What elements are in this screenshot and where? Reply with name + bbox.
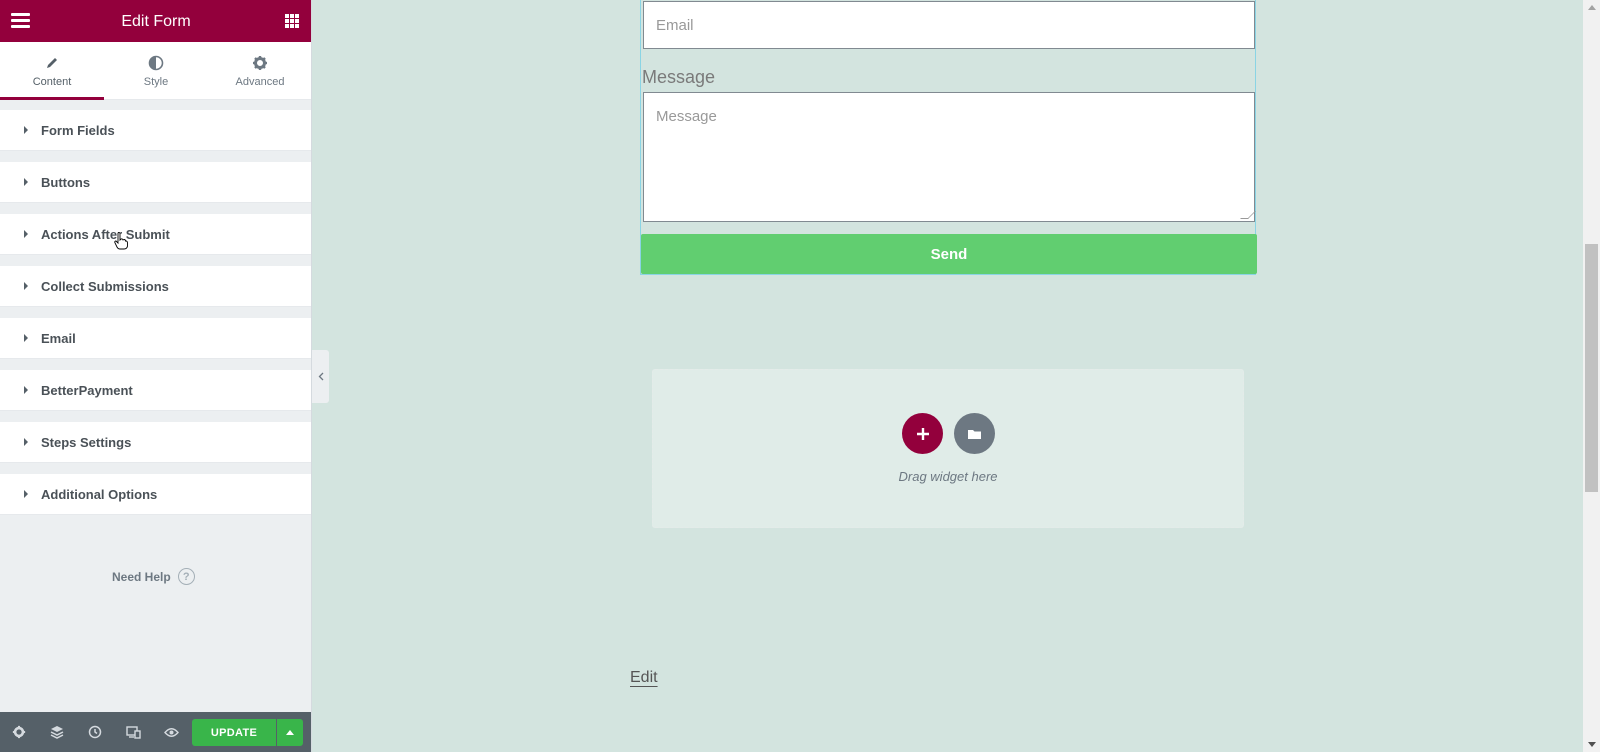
gear-icon: [208, 54, 311, 72]
scroll-up-icon[interactable]: [1588, 5, 1596, 10]
section-label: BetterPayment: [41, 382, 133, 398]
preview-icon[interactable]: [152, 712, 190, 752]
dropzone-text: Drag widget here: [898, 469, 998, 484]
page-scrollbar[interactable]: [1583, 0, 1600, 752]
tab-style-label: Style: [143, 76, 169, 88]
add-template-button[interactable]: [954, 413, 995, 454]
caret-right-icon: [24, 230, 28, 238]
pencil-icon: [0, 54, 104, 72]
tab-content-label: Content: [32, 76, 72, 88]
section-buttons[interactable]: Buttons: [0, 162, 311, 203]
panel-header: Edit Form: [0, 0, 311, 42]
section-label: Additional Options: [41, 486, 158, 502]
section-label: Steps Settings: [41, 434, 132, 450]
caret-right-icon: [24, 490, 28, 498]
responsive-icon[interactable]: [114, 712, 152, 752]
message-field[interactable]: Message: [643, 92, 1256, 222]
history-icon[interactable]: [76, 712, 114, 752]
email-field[interactable]: Email: [643, 1, 1255, 49]
panel-title: Edit Form: [121, 13, 191, 30]
caret-right-icon: [24, 178, 28, 186]
widgets-grid-icon[interactable]: [285, 14, 299, 28]
message-placeholder: Message: [656, 108, 717, 125]
half-circle-icon: [104, 54, 208, 72]
question-circle-icon: ?: [177, 568, 195, 585]
panel-footer: UPDATE: [0, 712, 311, 752]
section-steps-settings[interactable]: Steps Settings: [0, 422, 311, 463]
settings-icon[interactable]: [0, 712, 38, 752]
resize-handle-icon[interactable]: [1240, 211, 1256, 219]
update-button[interactable]: UPDATE: [192, 719, 276, 746]
section-label: Collect Submissions: [41, 278, 169, 294]
panel-tabs: Content Style Advanced: [0, 42, 311, 100]
section-label: Actions After Submit: [41, 226, 170, 242]
need-help-link[interactable]: Need Help ?: [112, 568, 195, 585]
section-label: Buttons: [41, 174, 91, 190]
section-label: Form Fields: [41, 122, 115, 138]
tab-advanced-label: Advanced: [235, 76, 285, 88]
scroll-down-icon[interactable]: [1588, 742, 1596, 747]
editor-panel: Edit Form Content Style Advanced Form Fi…: [0, 0, 312, 752]
section-label: Email: [41, 330, 76, 346]
section-additional-options[interactable]: Additional Options: [0, 474, 311, 515]
section-collect-submissions[interactable]: Collect Submissions: [0, 266, 311, 307]
edit-link[interactable]: Edit: [630, 669, 658, 687]
add-section-button[interactable]: [902, 413, 943, 454]
caret-right-icon: [24, 282, 28, 290]
folder-icon: [968, 429, 981, 439]
section-list: Form Fields Buttons Actions After Submit…: [0, 110, 311, 526]
section-actions-after-submit[interactable]: Actions After Submit: [0, 214, 311, 255]
tab-advanced[interactable]: Advanced: [208, 42, 311, 99]
tab-style[interactable]: Style: [104, 42, 208, 99]
form-widget[interactable]: Email Message Message Send: [640, 0, 1257, 275]
caret-right-icon: [24, 386, 28, 394]
section-form-fields[interactable]: Form Fields: [0, 110, 311, 151]
section-email[interactable]: Email: [0, 318, 311, 359]
collapse-panel-button[interactable]: [312, 350, 329, 403]
caret-right-icon: [24, 126, 28, 134]
widget-dropzone[interactable]: Drag widget here: [652, 369, 1244, 528]
caret-up-icon: [286, 730, 294, 735]
section-betterpayment[interactable]: BetterPayment: [0, 370, 311, 411]
send-button[interactable]: Send: [641, 234, 1257, 274]
tab-content[interactable]: Content: [0, 42, 104, 100]
layers-icon[interactable]: [38, 712, 76, 752]
plus-icon: [916, 427, 929, 440]
message-label: Message: [642, 67, 716, 87]
scroll-thumb[interactable]: [1585, 244, 1598, 492]
chevron-left-icon: [318, 372, 323, 381]
update-options-button[interactable]: [277, 719, 303, 746]
caret-right-icon: [24, 334, 28, 342]
caret-right-icon: [24, 438, 28, 446]
need-help-label: Need Help: [112, 569, 171, 584]
